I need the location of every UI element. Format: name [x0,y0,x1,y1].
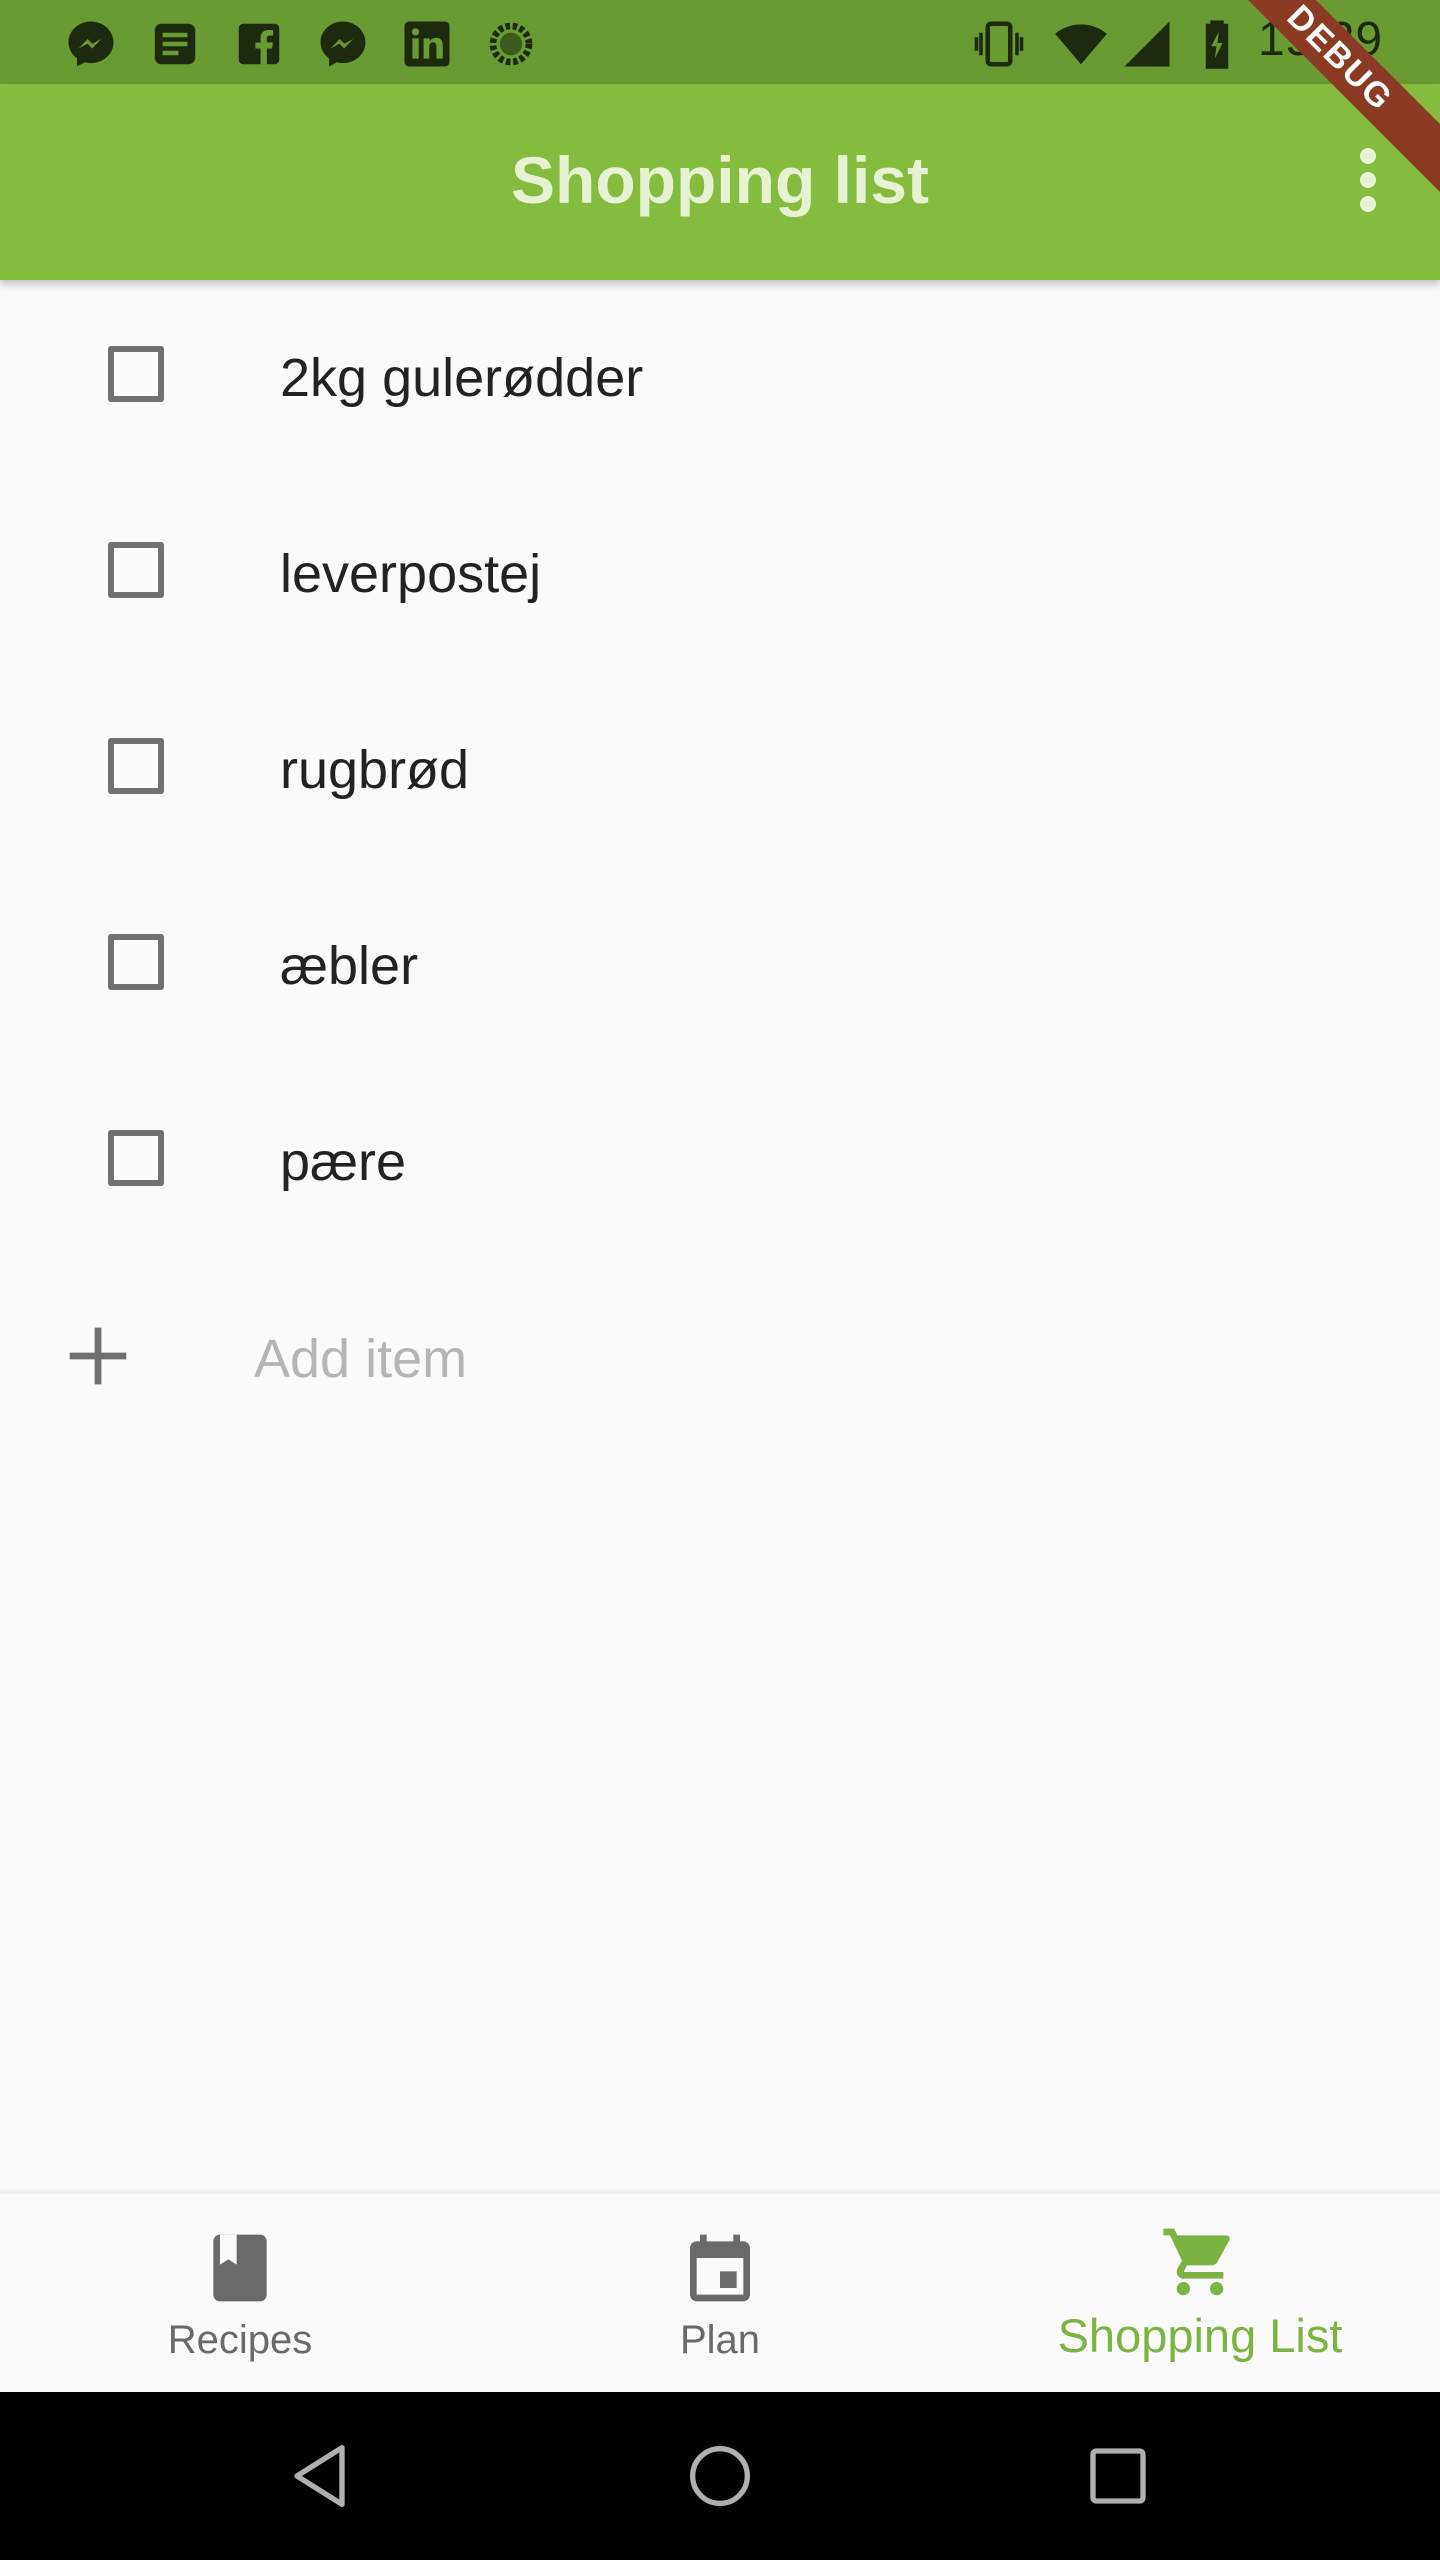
messenger-icon [64,17,118,71]
back-icon[interactable] [282,2436,362,2516]
page-title: Shopping list [511,143,929,217]
list-item[interactable]: æbler [0,868,1440,1064]
item-label: pære [280,1132,407,1192]
item-checkbox[interactable] [108,934,164,990]
facebook-icon [232,17,286,71]
nav-label-shopping-list: Shopping List [1057,2309,1343,2362]
vibrate-icon [972,17,1026,71]
screen: 15:29 DEBUG Shopping list 2kg gulerødder… [0,0,1440,2560]
news-icon [148,17,202,71]
add-item-row [0,1260,1440,1456]
status-bar: 15:29 [0,0,1440,84]
list-item[interactable]: 2kg gulerødder [0,280,1440,476]
app-bar: Shopping list [0,84,1440,280]
bottom-nav: Recipes Plan Shopping List [0,2192,1440,2394]
home-icon[interactable] [680,2436,760,2516]
recents-icon[interactable] [1078,2436,1158,2516]
book-icon [200,2228,280,2308]
item-label: rugbrød [280,740,470,800]
item-label: æbler [280,936,419,996]
nav-label-recipes: Recipes [167,2318,313,2362]
plus-icon[interactable] [64,1322,132,1390]
list-item[interactable]: rugbrød [0,672,1440,868]
nav-label-plan: Plan [679,2318,761,2362]
item-checkbox[interactable] [108,1130,164,1186]
item-checkbox[interactable] [108,738,164,794]
nav-item-plan[interactable]: Plan [480,2194,960,2394]
messenger-icon [316,17,370,71]
loading-icon [484,17,538,71]
item-checkbox[interactable] [108,542,164,598]
linkedin-icon [400,17,454,71]
item-label: leverpostej [280,544,542,604]
system-nav-bar [0,2392,1440,2560]
cart-icon [1160,2222,1240,2302]
battery-charging-icon [1190,17,1244,71]
nav-item-shopping-list[interactable]: Shopping List [960,2194,1440,2394]
add-item-input[interactable] [252,1318,1256,1400]
nav-item-recipes[interactable]: Recipes [0,2194,480,2394]
wifi-icon [1054,17,1108,71]
signal-icon [1120,17,1174,71]
calendar-icon [680,2228,760,2308]
list-item[interactable]: pære [0,1064,1440,1260]
item-label: 2kg gulerødder [280,348,644,408]
shopping-list: 2kg gulerødder leverpostej rugbrød æbler… [0,280,1440,1456]
list-item[interactable]: leverpostej [0,476,1440,672]
item-checkbox[interactable] [108,346,164,402]
